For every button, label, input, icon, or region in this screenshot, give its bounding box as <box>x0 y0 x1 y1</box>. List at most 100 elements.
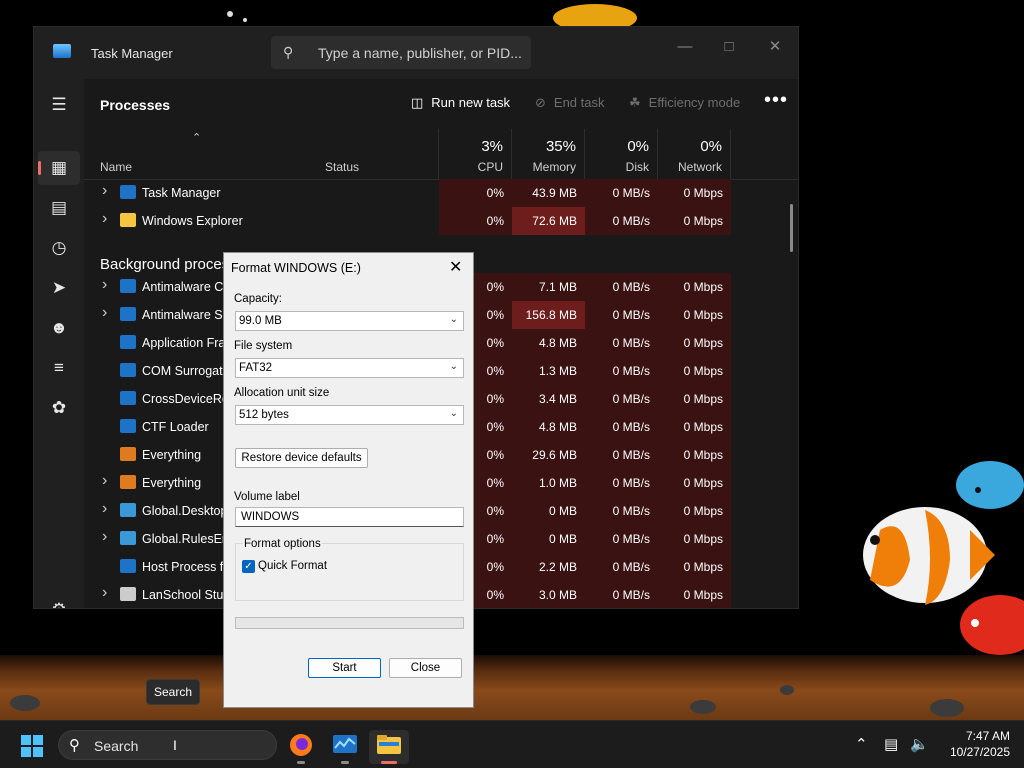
network-total: 0% <box>700 138 722 155</box>
firefox-taskbar-button[interactable] <box>281 730 321 764</box>
process-row[interactable]: › Windows Explorer 0% 72.6 MB 0 MB/s 0 Mbps <box>84 207 798 235</box>
processes-nav-icon[interactable]: ▦ <box>38 151 80 185</box>
process-memory: 156.8 MB <box>512 301 585 329</box>
expand-chevron-icon[interactable]: › <box>102 210 107 228</box>
process-name: Global.Desktop <box>142 504 228 518</box>
firefox-icon <box>290 734 312 756</box>
system-clock[interactable]: 7:47 AM 10/27/2025 <box>940 728 1010 760</box>
startup-apps-nav-icon[interactable]: ➤ <box>38 271 80 305</box>
taskbar-search-box[interactable]: ⚲ Search I <box>58 730 277 760</box>
process-memory: 0 MB <box>512 525 585 553</box>
run-new-task-label: Run new task <box>431 95 511 110</box>
process-name: CTF Loader <box>142 420 209 434</box>
clock-date: 10/27/2025 <box>949 745 1010 759</box>
column-status[interactable]: Status <box>319 129 439 179</box>
process-name: Everything <box>142 448 202 462</box>
process-icon <box>120 363 136 377</box>
start-button[interactable]: Start <box>308 658 381 678</box>
process-network: 0 Mbps <box>658 413 731 441</box>
maximize-button[interactable]: □ <box>707 33 751 61</box>
process-disk: 0 MB/s <box>585 179 658 207</box>
details-nav-icon[interactable]: ≡ <box>38 351 80 385</box>
efficiency-mode-label: Efficiency mode <box>648 95 741 110</box>
column-name-label: Name <box>100 160 133 174</box>
network-icon[interactable]: ▤ <box>884 735 898 753</box>
column-cpu[interactable]: 3% CPU <box>439 129 512 179</box>
quick-format-label[interactable]: Quick Format <box>258 560 327 572</box>
process-disk: 0 MB/s <box>585 525 658 553</box>
process-network: 0 Mbps <box>658 207 731 235</box>
windows-start-icon[interactable] <box>21 735 43 757</box>
file-system-select[interactable]: FAT32 ⌄ <box>235 358 464 378</box>
column-memory[interactable]: 35% Memory <box>512 129 585 179</box>
search-tooltip: Search <box>146 679 200 705</box>
file-explorer-taskbar-button[interactable] <box>369 730 409 764</box>
disk-label: Disk <box>625 160 649 174</box>
expand-chevron-icon[interactable]: › <box>102 528 107 546</box>
end-task-button[interactable]: ⊘ End task <box>535 95 605 111</box>
process-disk: 0 MB/s <box>585 301 658 329</box>
process-icon <box>120 475 136 489</box>
process-icon <box>120 419 136 433</box>
allocation-unit-select[interactable]: 512 bytes ⌄ <box>235 405 464 425</box>
expand-chevron-icon[interactable]: › <box>102 276 107 294</box>
scrollbar-thumb[interactable] <box>790 204 793 252</box>
process-network: 0 Mbps <box>658 385 731 413</box>
quick-format-checkbox[interactable]: ✓ <box>242 560 255 573</box>
process-network: 0 Mbps <box>658 497 731 525</box>
close-button[interactable]: Close <box>389 658 462 678</box>
services-nav-icon[interactable]: ✿ <box>38 391 80 425</box>
expand-chevron-icon[interactable]: › <box>102 472 107 490</box>
running-indicator <box>297 761 305 764</box>
column-disk[interactable]: 0% Disk <box>585 129 658 179</box>
column-network[interactable]: 0% Network <box>658 129 731 179</box>
expand-chevron-icon[interactable]: › <box>102 182 107 200</box>
process-disk: 0 MB/s <box>585 273 658 301</box>
process-disk: 0 MB/s <box>585 553 658 581</box>
run-new-task-button[interactable]: ◫ Run new task <box>411 95 510 111</box>
more-options-icon[interactable]: ••• <box>764 89 788 112</box>
search-box[interactable]: ⚲ Type a name, publisher, or PID... <box>271 36 531 69</box>
running-indicator <box>341 761 349 764</box>
expand-chevron-icon[interactable]: › <box>102 500 107 518</box>
process-network: 0 Mbps <box>658 301 731 329</box>
end-task-label: End task <box>553 95 605 110</box>
process-memory: 29.6 MB <box>512 441 585 469</box>
expand-chevron-icon[interactable]: › <box>102 584 107 602</box>
process-memory: 4.8 MB <box>512 329 585 357</box>
users-nav-icon[interactable]: ☻ <box>38 311 80 345</box>
process-cpu: 0% <box>439 207 512 235</box>
expand-chevron-icon[interactable]: › <box>102 304 107 322</box>
end-task-icon: ⊘ <box>535 95 546 110</box>
window-title: Task Manager <box>91 46 173 61</box>
process-memory: 72.6 MB <box>512 207 585 235</box>
task-manager-taskbar-button[interactable] <box>325 730 365 764</box>
settings-gear-icon[interactable]: ⚙ <box>38 593 80 608</box>
close-button[interactable]: ✕ <box>753 33 797 61</box>
app-history-nav-icon[interactable]: ◷ <box>38 231 80 265</box>
process-icon <box>120 335 136 349</box>
process-network: 0 Mbps <box>658 581 731 608</box>
dialog-close-icon[interactable]: ✕ <box>449 257 462 277</box>
column-name[interactable]: Name <box>84 129 319 179</box>
process-network: 0 Mbps <box>658 441 731 469</box>
volume-muted-icon[interactable]: 🔈 <box>910 735 929 753</box>
restore-defaults-button[interactable]: Restore device defaults <box>235 448 368 468</box>
process-icon <box>120 531 136 545</box>
search-icon: ⚲ <box>69 737 80 754</box>
capacity-select[interactable]: 99.0 MB ⌄ <box>235 311 464 331</box>
title-bar[interactable]: Task Manager ⚲ Type a name, publisher, o… <box>34 27 798 79</box>
process-cpu: 0% <box>439 179 512 207</box>
leaf-icon: ☘ <box>629 95 641 110</box>
process-icon <box>120 279 136 293</box>
process-memory: 1.3 MB <box>512 357 585 385</box>
chevron-down-icon: ⌄ <box>449 408 458 419</box>
volume-label-input[interactable]: WINDOWS <box>235 507 464 527</box>
performance-nav-icon[interactable]: ▤ <box>38 191 80 225</box>
minimize-button[interactable]: — <box>663 33 707 61</box>
hamburger-menu-icon[interactable]: ☰ <box>38 88 80 122</box>
show-hidden-icons-chevron-icon[interactable]: ⌃ <box>855 735 868 753</box>
process-row[interactable]: › Task Manager 0% 43.9 MB 0 MB/s 0 Mbps <box>84 179 798 207</box>
efficiency-mode-button[interactable]: ☘ Efficiency mode <box>629 95 740 111</box>
active-indicator <box>381 761 397 764</box>
